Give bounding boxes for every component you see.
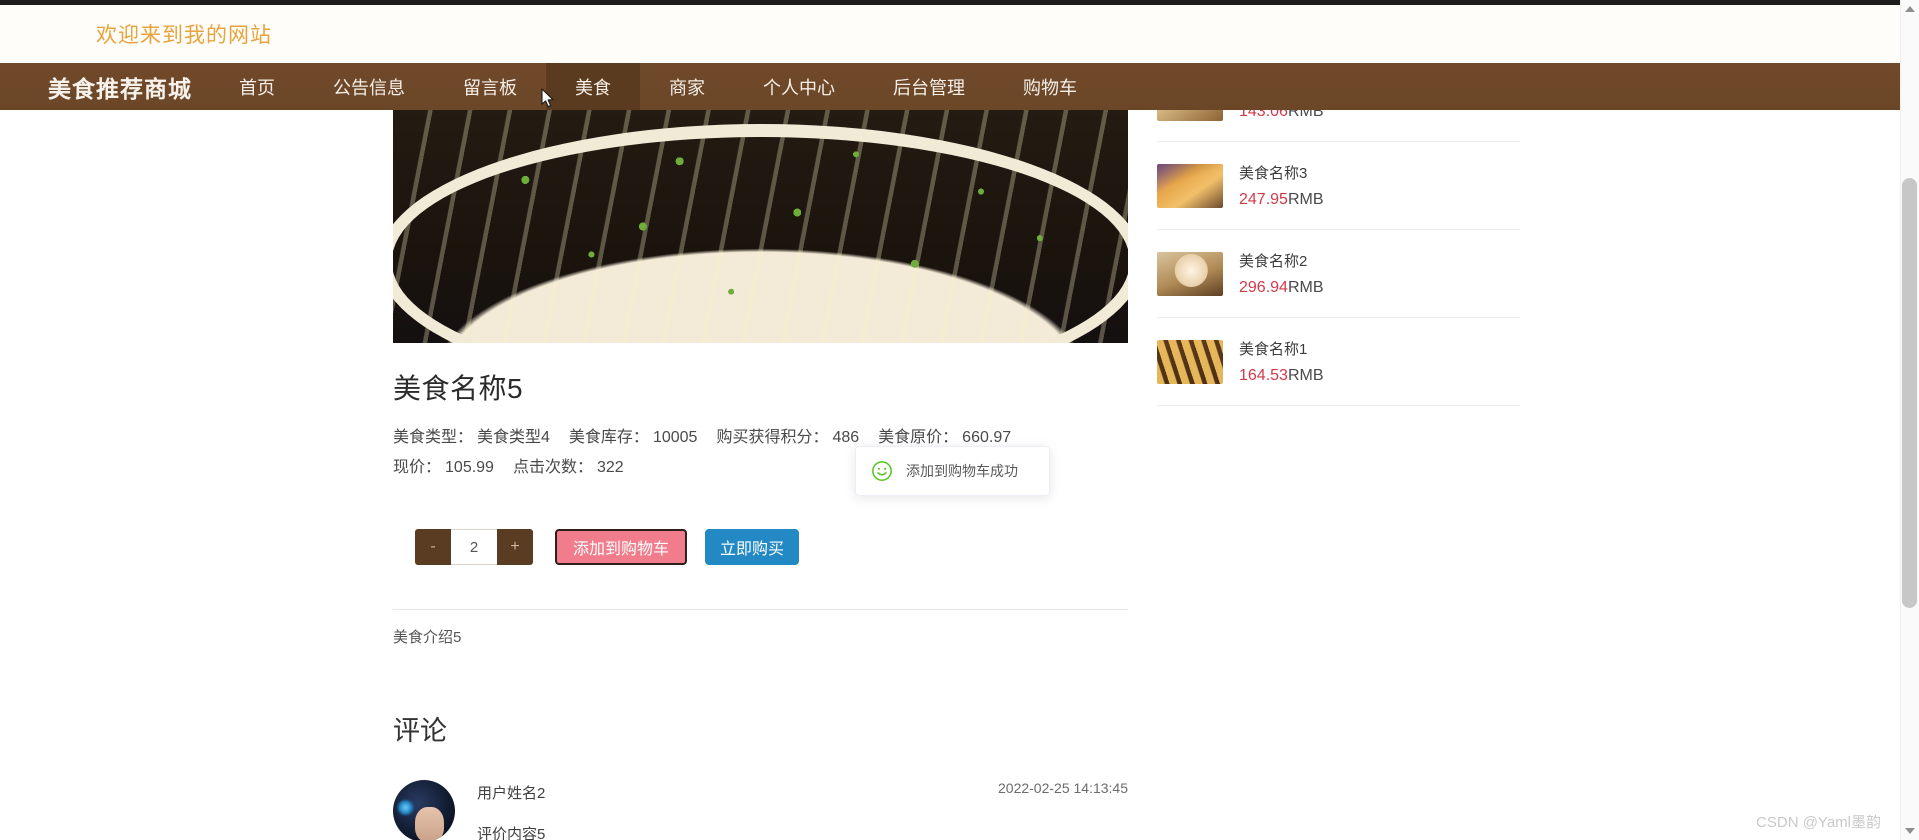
add-to-cart-button[interactable]: 添加到购物车 (555, 529, 688, 565)
nav-item-list: 首页 公告信息 留言板 美食 商家 个人中心 后台管理 购物车 (210, 63, 1106, 110)
buy-now-button[interactable]: 立即购买 (705, 529, 800, 565)
attr-value-click-count: 322 (596, 459, 624, 476)
product-price: 164.53RMB (1239, 367, 1324, 385)
price-currency: RMB (1287, 191, 1324, 208)
toast-message: 添加到购物车成功 (906, 463, 1018, 479)
price-value: 164.53 (1239, 367, 1288, 384)
attr-value-points: 486 (832, 429, 860, 446)
product-info: 美食名称1 164.53RMB (1239, 338, 1324, 385)
vertical-scrollbar[interactable] (1900, 0, 1919, 840)
list-item[interactable]: 美食名称3 247.95RMB (1157, 142, 1520, 230)
attr-label-original-price: 美食原价： (878, 429, 959, 446)
product-thumbnail (1157, 251, 1223, 296)
quantity-decrease-button[interactable]: - (415, 529, 451, 565)
attr-label-stock: 美食库存： (568, 429, 649, 446)
scroll-up-arrow-icon[interactable] (1905, 6, 1915, 12)
product-price: 296.94RMB (1239, 279, 1324, 297)
attr-label-click-count: 点击次数： (512, 459, 593, 476)
product-name: 美食名称1 (1239, 341, 1308, 358)
price-currency: RMB (1287, 367, 1324, 384)
comment-content: 评价内容5 (477, 826, 546, 840)
related-products-sidebar: 143.06RMB 美食名称3 247.95RMB 美食名称2 296.94RM… (1157, 110, 1520, 406)
nav-item-admin[interactable]: 后台管理 (864, 63, 994, 110)
product-thumbnail (1157, 163, 1223, 208)
nav-item-merchant[interactable]: 商家 (640, 63, 734, 110)
price-value: 247.95 (1239, 191, 1288, 208)
attr-label-points: 购买获得积分： (716, 429, 829, 446)
product-name: 美食名称3 (1239, 165, 1308, 182)
nav-item-announcements[interactable]: 公告信息 (304, 63, 434, 110)
nav-item-home[interactable]: 首页 (210, 63, 304, 110)
comment-timestamp: 2022-02-25 14:13:45 (998, 780, 1128, 796)
quantity-input[interactable]: 2 (451, 529, 497, 565)
purchase-controls: - 2 + 添加到购物车 立即购买 (415, 529, 1128, 565)
watermark: CSDN @Yaml墨韵 (1756, 814, 1881, 831)
quantity-stepper: - 2 + (415, 529, 533, 565)
main-navigation: 美食推荐商城 首页 公告信息 留言板 美食 商家 个人中心 后台管理 购物车 (0, 63, 1900, 110)
comment-username: 用户姓名2 (477, 785, 546, 802)
attr-value-stock: 10005 (652, 429, 698, 446)
attr-value-original-price: 660.97 (962, 429, 1012, 446)
scroll-down-arrow-icon[interactable] (1905, 828, 1915, 834)
product-thumbnail (1157, 110, 1223, 121)
page-content: 美食名称5 美食类型： 美食类型4 美食库存： 10005 购买获得积分： 486 美食原价… (0, 110, 1900, 840)
price-value: 143.06 (1239, 110, 1288, 120)
hero-image-garnish (393, 110, 1128, 343)
nav-item-message-board[interactable]: 留言板 (434, 63, 546, 110)
product-info: 美食名称3 247.95RMB (1239, 162, 1324, 209)
list-item[interactable]: 美食名称1 164.53RMB (1157, 318, 1520, 406)
product-hero-image (393, 110, 1128, 343)
comment-body: 用户姓名2 评价内容5 (477, 780, 545, 840)
scrollbar-thumb[interactable] (1902, 178, 1917, 608)
avatar (393, 780, 455, 840)
product-introduction: 美食介绍5 (393, 629, 462, 646)
product-info: 美食名称2 296.94RMB (1239, 250, 1324, 297)
nav-item-shopping-cart[interactable]: 购物车 (994, 63, 1106, 110)
welcome-bar: 欢迎来到我的网站 (0, 5, 1900, 63)
product-title: 美食名称5 (393, 373, 524, 404)
comment-item: 2022-02-25 14:13:45 用户姓名2 评价内容5 回复：回复信息5 (393, 780, 1128, 840)
smiley-face-icon (872, 461, 892, 481)
list-item[interactable]: 143.06RMB (1157, 110, 1520, 142)
nav-item-food[interactable]: 美食 (546, 63, 640, 110)
price-currency: RMB (1287, 110, 1324, 120)
attr-label-current-price: 现价： (393, 459, 442, 476)
nav-item-personal-center[interactable]: 个人中心 (734, 63, 864, 110)
welcome-text: 欢迎来到我的网站 (96, 24, 272, 47)
intro-divider (393, 609, 1128, 610)
price-currency: RMB (1287, 279, 1324, 296)
attr-value-current-price: 105.99 (445, 459, 494, 476)
product-price: 143.06RMB (1239, 110, 1324, 121)
product-name: 美食名称2 (1239, 253, 1308, 270)
price-value: 296.94 (1239, 279, 1288, 296)
toast-notification: 添加到购物车成功 (855, 446, 1050, 496)
quantity-increase-button[interactable]: + (497, 529, 533, 565)
list-item[interactable]: 美食名称2 296.94RMB (1157, 230, 1520, 318)
browser-viewport: 欢迎来到我的网站 美食推荐商城 首页 公告信息 留言板 美食 商家 个人中心 后… (0, 0, 1919, 840)
product-info: 143.06RMB (1239, 110, 1324, 121)
site-brand[interactable]: 美食推荐商城 (0, 63, 210, 110)
product-thumbnail (1157, 339, 1223, 384)
product-price: 247.95RMB (1239, 191, 1324, 209)
attr-label-food-type: 美食类型： (393, 429, 474, 446)
attr-value-food-type: 美食类型4 (477, 429, 550, 446)
comments-heading: 评论 (393, 716, 447, 746)
